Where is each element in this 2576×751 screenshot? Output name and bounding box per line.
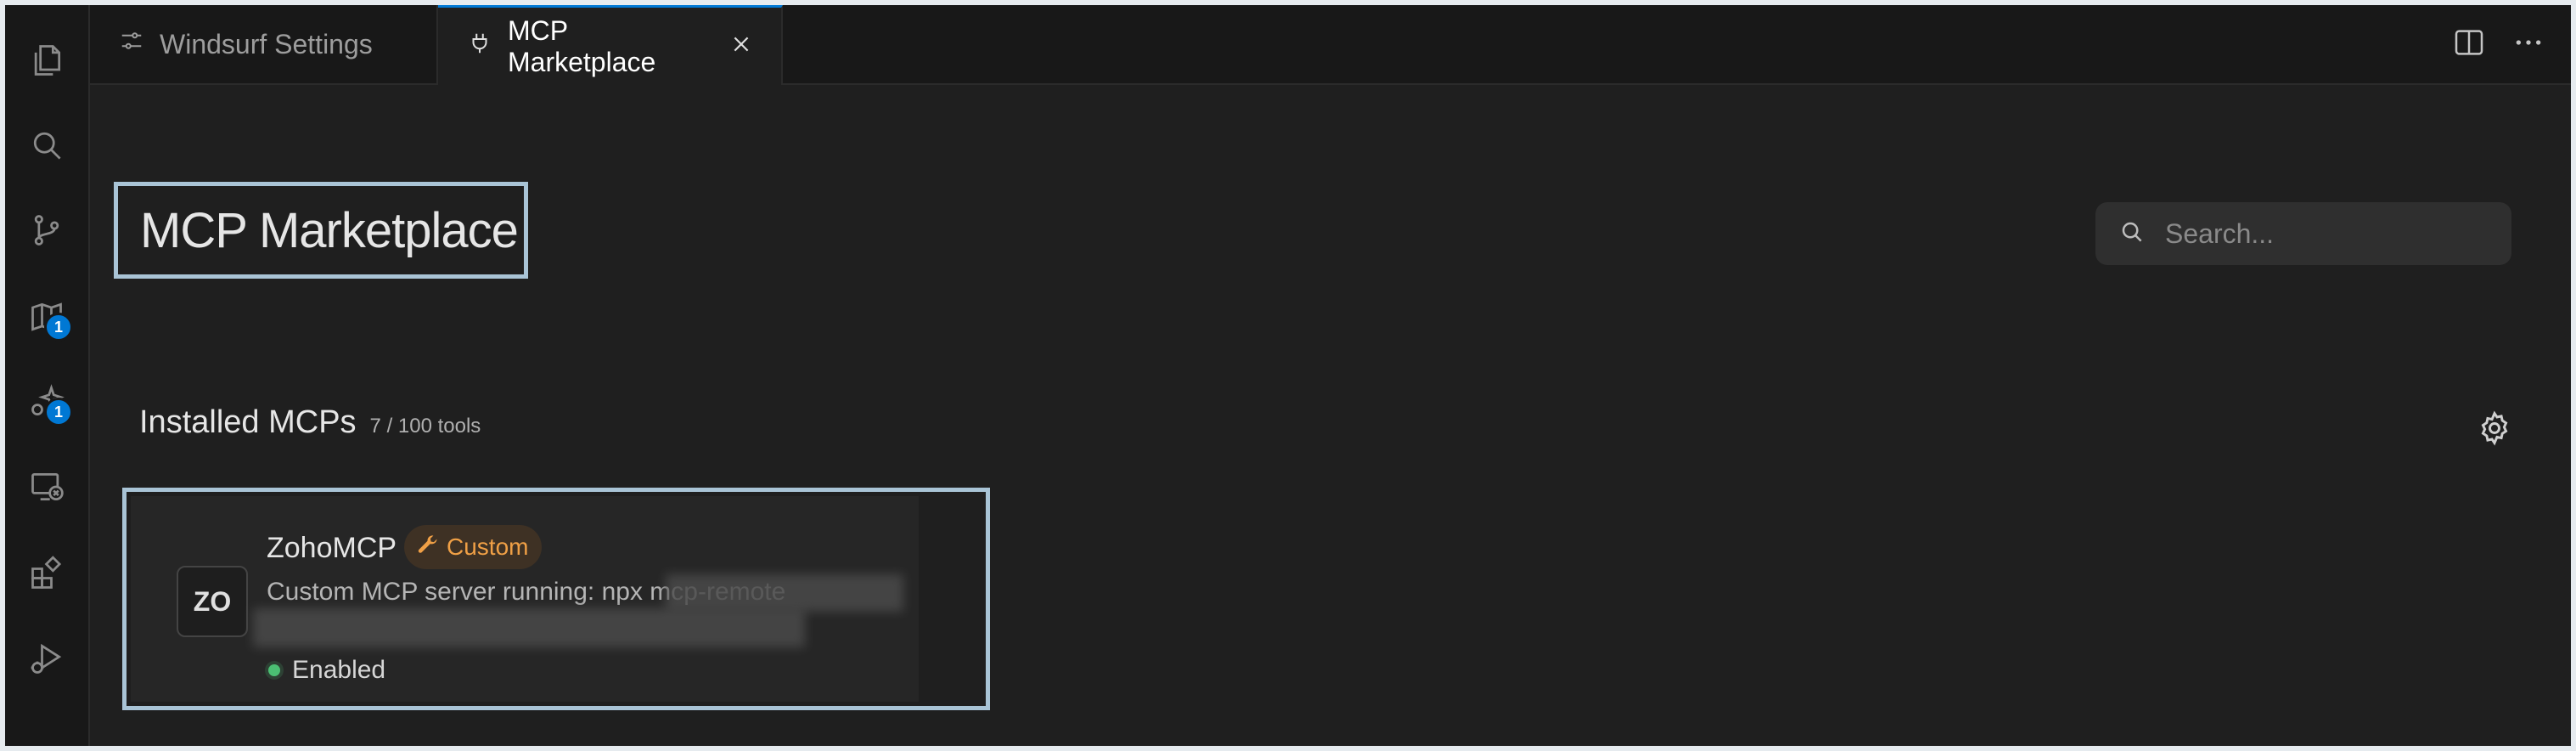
page-title: MCP Marketplace (140, 202, 519, 258)
map-badge: 1 (44, 313, 73, 342)
search-icon (2119, 219, 2145, 249)
status: Enabled (268, 656, 385, 685)
gear-icon[interactable] (2476, 409, 2513, 447)
extensions-icon[interactable] (25, 552, 68, 595)
page-title-box: MCP Marketplace (114, 182, 528, 279)
settings-sliders-icon (119, 28, 144, 60)
map-icon[interactable]: 1 (25, 296, 73, 342)
activity-bar: 1 1 (5, 5, 90, 746)
search-icon[interactable] (25, 124, 68, 167)
close-icon[interactable] (730, 31, 752, 62)
tab-windsurf-settings[interactable]: Windsurf Settings (90, 5, 438, 83)
files-icon[interactable] (25, 39, 68, 82)
window: 1 1 Windsurf Settings MCP Marketplace MC… (5, 5, 2571, 746)
tab-bar: Windsurf Settings MCP Marketplace (90, 5, 2571, 85)
status-label: Enabled (292, 656, 386, 684)
wrench-icon (416, 533, 440, 562)
tag-label: Custom (447, 534, 529, 560)
mcp-name: ZohoMCP (267, 532, 397, 564)
more-actions-icon[interactable] (2511, 25, 2545, 59)
tab-label: Windsurf Settings (160, 28, 373, 59)
installed-title: Installed MCPs (139, 404, 357, 440)
search-box[interactable] (2095, 202, 2511, 265)
redacted-text (666, 574, 903, 612)
mcp-card[interactable]: ZO ZohoMCP Custom Custom MCP server runn… (131, 496, 919, 702)
installed-header: Installed MCPs 7 / 100 tools (139, 404, 481, 441)
search-input[interactable] (2163, 217, 2489, 251)
source-control-icon[interactable] (25, 209, 68, 251)
custom-tag: Custom (404, 525, 543, 569)
tool-count: 7 / 100 tools (369, 415, 481, 438)
mcp-logo: ZO (177, 566, 248, 637)
tab-mcp-marketplace[interactable]: MCP Marketplace (438, 5, 783, 85)
plug-icon (467, 31, 492, 63)
run-debug-icon[interactable] (25, 637, 68, 680)
tab-label: MCP Marketplace (508, 14, 656, 77)
sparkle-icon[interactable]: 1 (25, 381, 73, 426)
editor-actions (2452, 25, 2545, 59)
split-editor-icon[interactable] (2452, 25, 2486, 59)
status-dot (268, 664, 280, 676)
sparkle-badge: 1 (44, 398, 73, 426)
redacted-text (253, 608, 805, 647)
remote-explorer-icon[interactable] (25, 466, 68, 508)
